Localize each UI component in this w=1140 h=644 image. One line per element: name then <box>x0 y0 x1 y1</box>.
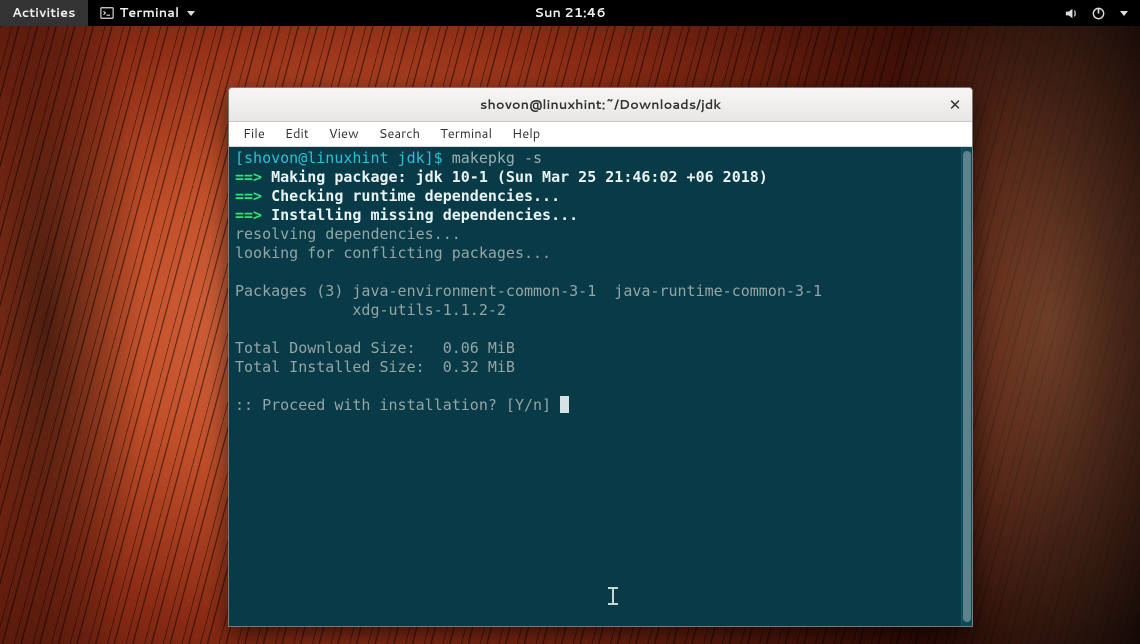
power-icon[interactable] <box>1091 6 1106 21</box>
menu-help[interactable]: Help <box>502 122 550 146</box>
output-line: :: Proceed with installation? [Y/n] <box>235 396 560 414</box>
menu-view[interactable]: View <box>319 122 369 146</box>
arrow-marker: ==> <box>235 168 262 186</box>
window-title: shovon@linuxhint:~/Downloads/jdk <box>480 96 721 114</box>
output-line: Making package: jdk 10-1 (Sun Mar 25 21:… <box>271 168 768 186</box>
chevron-down-icon <box>187 11 195 16</box>
terminal-icon <box>100 6 114 20</box>
chevron-down-icon[interactable] <box>1120 11 1128 16</box>
app-menu-button[interactable]: Terminal <box>88 0 208 26</box>
arrow-marker: ==> <box>235 206 262 224</box>
menu-edit[interactable]: Edit <box>275 122 319 146</box>
terminal-cursor <box>560 396 569 413</box>
prompt: [shovon@linuxhint jdk]$ <box>235 149 443 167</box>
clock-label[interactable]: Sun 21:46 <box>534 4 605 22</box>
output-line: resolving dependencies... <box>235 225 461 243</box>
output-line: xdg-utils-1.1.2-2 <box>235 301 506 319</box>
volume-icon[interactable] <box>1064 6 1079 21</box>
terminal-window: shovon@linuxhint:~/Downloads/jdk ✕ File … <box>228 87 973 627</box>
command-text: makepkg -s <box>452 149 542 167</box>
terminal-scrollbar[interactable] <box>961 147 972 626</box>
activities-button[interactable]: Activities <box>0 0 88 26</box>
output-line: Total Installed Size: 0.32 MiB <box>235 358 515 376</box>
window-close-button[interactable]: ✕ <box>946 96 964 114</box>
menu-search[interactable]: Search <box>369 122 430 146</box>
output-line: Checking runtime dependencies... <box>271 187 560 205</box>
top-panel: Activities Terminal Sun 21:46 <box>0 0 1140 26</box>
output-line: Installing missing dependencies... <box>271 206 578 224</box>
menu-terminal[interactable]: Terminal <box>430 122 502 146</box>
menu-file[interactable]: File <box>233 122 275 146</box>
app-menu-label: Terminal <box>120 4 180 22</box>
output-line: Total Download Size: 0.06 MiB <box>235 339 515 357</box>
arrow-marker: ==> <box>235 187 262 205</box>
terminal-viewport[interactable]: [shovon@linuxhint jdk]$ makepkg -s ==> M… <box>229 147 961 626</box>
output-line: looking for conflicting packages... <box>235 244 551 262</box>
output-line: Packages (3) java-environment-common-3-1… <box>235 282 822 300</box>
scrollbar-thumb[interactable] <box>963 151 971 622</box>
window-titlebar[interactable]: shovon@linuxhint:~/Downloads/jdk ✕ <box>229 88 972 122</box>
menubar: File Edit View Search Terminal Help <box>229 122 972 147</box>
